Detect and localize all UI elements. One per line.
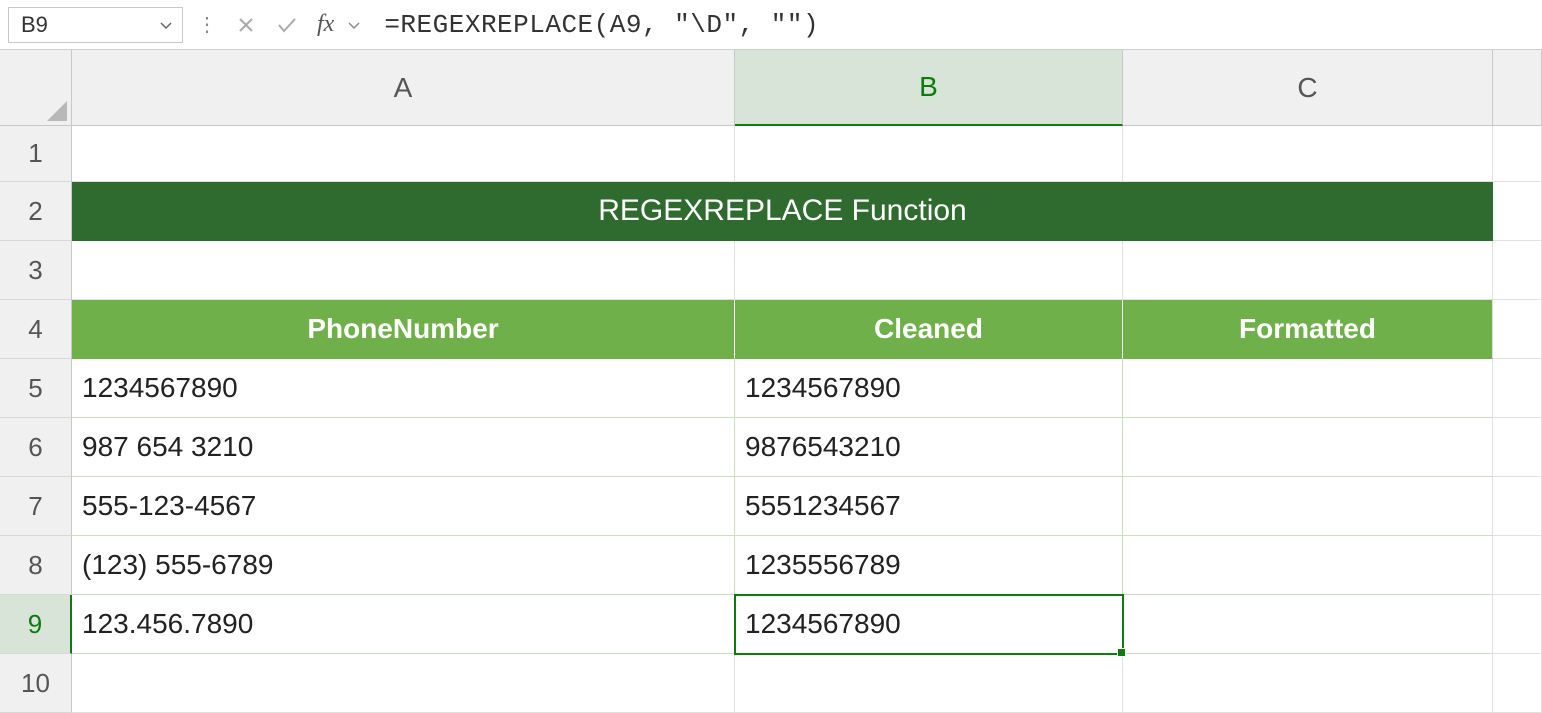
cell-B1[interactable]	[735, 126, 1123, 182]
title-cell[interactable]: REGEXREPLACE Function	[72, 182, 1493, 241]
cell-C9[interactable]	[1123, 595, 1493, 654]
header-formatted[interactable]: Formatted	[1123, 300, 1493, 359]
cell-B7[interactable]: 5551234567	[735, 477, 1123, 536]
cell-D9[interactable]	[1493, 595, 1542, 654]
chevron-down-icon[interactable]	[160, 17, 172, 33]
column-header-B[interactable]: B	[735, 50, 1123, 126]
cell-A1[interactable]	[72, 126, 735, 182]
cell-D3[interactable]	[1493, 241, 1542, 300]
cell-A3[interactable]	[72, 241, 735, 300]
row-header-5[interactable]: 5	[0, 359, 72, 418]
cell-A8[interactable]: (123) 555-6789	[72, 536, 735, 595]
name-box[interactable]: B9	[8, 7, 183, 43]
select-all-corner[interactable]	[0, 50, 72, 126]
cell-D5[interactable]	[1493, 359, 1542, 418]
enter-icon[interactable]	[271, 16, 303, 34]
cell-C8[interactable]	[1123, 536, 1493, 595]
cell-B6[interactable]: 9876543210	[735, 418, 1123, 477]
fx-icon[interactable]: fx	[313, 11, 338, 38]
cell-value: 1234567890	[745, 608, 901, 640]
row-header-8[interactable]: 8	[0, 536, 72, 595]
cell-B5[interactable]: 1234567890	[735, 359, 1123, 418]
cell-C10[interactable]	[1123, 654, 1493, 713]
cell-D6[interactable]	[1493, 418, 1542, 477]
row-header-9[interactable]: 9	[0, 595, 72, 654]
column-header-next[interactable]	[1493, 50, 1542, 126]
divider-icon: ⋮	[193, 12, 221, 37]
fill-handle[interactable]	[1117, 648, 1126, 657]
cell-B3[interactable]	[735, 241, 1123, 300]
cell-C6[interactable]	[1123, 418, 1493, 477]
formula-input[interactable]: =REGEXREPLACE(A9, "\D", "")	[378, 7, 1534, 43]
cell-C3[interactable]	[1123, 241, 1493, 300]
cell-C1[interactable]	[1123, 126, 1493, 182]
cell-B10[interactable]	[735, 654, 1123, 713]
row-header-10[interactable]: 10	[0, 654, 72, 713]
cell-D10[interactable]	[1493, 654, 1542, 713]
row-header-1[interactable]: 1	[0, 126, 72, 182]
cell-A10[interactable]	[72, 654, 735, 713]
cell-A7[interactable]: 555-123-4567	[72, 477, 735, 536]
header-phonenumber[interactable]: PhoneNumber	[72, 300, 735, 359]
cell-D8[interactable]	[1493, 536, 1542, 595]
row-header-2[interactable]: 2	[0, 182, 72, 241]
row-header-4[interactable]: 4	[0, 300, 72, 359]
cell-reference: B9	[21, 12, 48, 38]
cell-B9[interactable]: 1234567890	[735, 595, 1123, 654]
cell-A9[interactable]: 123.456.7890	[72, 595, 735, 654]
cell-D1[interactable]	[1493, 126, 1542, 182]
row-header-3[interactable]: 3	[0, 241, 72, 300]
column-header-A[interactable]: A	[72, 50, 735, 126]
header-cleaned[interactable]: Cleaned	[735, 300, 1123, 359]
chevron-down-icon[interactable]	[348, 17, 368, 33]
cell-C5[interactable]	[1123, 359, 1493, 418]
cell-D7[interactable]	[1493, 477, 1542, 536]
row-header-7[interactable]: 7	[0, 477, 72, 536]
cell-D2[interactable]	[1493, 182, 1542, 241]
spreadsheet-grid: A B C 1 2 3 4 5 6 7 8 9 10	[0, 50, 1542, 713]
column-header-C[interactable]: C	[1123, 50, 1493, 126]
formula-bar: B9 ⋮ fx =REGEXREPLACE(A9, "\D", "")	[0, 0, 1542, 50]
cancel-icon[interactable]	[231, 16, 261, 34]
cell-A6[interactable]: 987 654 3210	[72, 418, 735, 477]
cell-D4[interactable]	[1493, 300, 1542, 359]
cell-C7[interactable]	[1123, 477, 1493, 536]
row-header-6[interactable]: 6	[0, 418, 72, 477]
cell-A5[interactable]: 1234567890	[72, 359, 735, 418]
cell-B8[interactable]: 1235556789	[735, 536, 1123, 595]
